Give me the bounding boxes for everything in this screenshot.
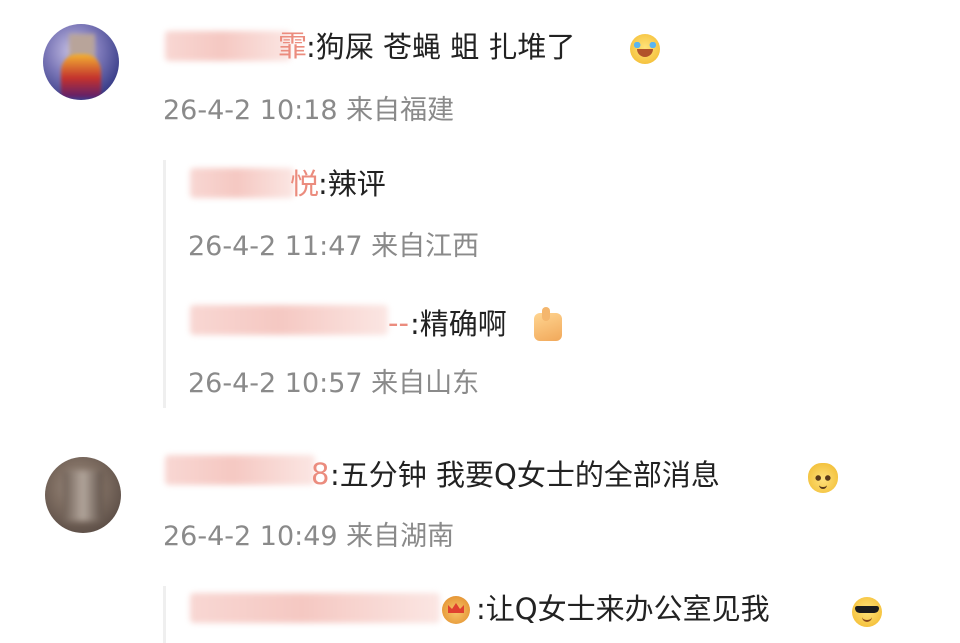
comment-text: :五分钟 我要Q女士的全部消息 [330, 458, 720, 492]
username-tail[interactable]: 8 [311, 457, 329, 491]
sunglasses-emoji-icon [852, 597, 882, 627]
comment-text: :辣评 [318, 167, 386, 201]
avatar[interactable] [43, 24, 119, 100]
smug-cat-emoji-icon [808, 463, 838, 493]
username-blurred[interactable] [190, 305, 388, 335]
avatar[interactable] [45, 457, 121, 533]
username-tail[interactable]: -- [388, 306, 409, 340]
username-tail[interactable]: 悦 [290, 167, 319, 201]
crown-badge-icon [442, 596, 470, 624]
username-blurred[interactable] [165, 31, 291, 61]
comment-text: :让Q女士来办公室见我 [476, 592, 770, 626]
reply-thread-line [163, 586, 166, 643]
comment-text: :精确啊 [410, 307, 507, 341]
comment-meta: 26-4-2 10:18 来自福建 [163, 95, 455, 126]
comment-meta: 26-4-2 10:57 来自山东 [188, 368, 480, 399]
reply-thread-line [163, 160, 166, 408]
comment-meta: 26-4-2 11:47 来自江西 [188, 231, 480, 262]
thumbs-up-emoji-icon [534, 307, 562, 341]
username-blurred[interactable] [190, 593, 440, 623]
laughing-crying-emoji-icon [630, 34, 660, 64]
username-blurred[interactable] [165, 455, 315, 485]
username-blurred[interactable] [190, 168, 294, 198]
avatar-figure [61, 54, 101, 98]
comment-text: :狗屎 苍蝇 蛆 扎堆了 [306, 30, 576, 64]
avatar-blur [63, 471, 103, 521]
comment-meta: 26-4-2 10:49 来自湖南 [163, 521, 455, 552]
username-tail[interactable]: 霏 [278, 29, 307, 63]
